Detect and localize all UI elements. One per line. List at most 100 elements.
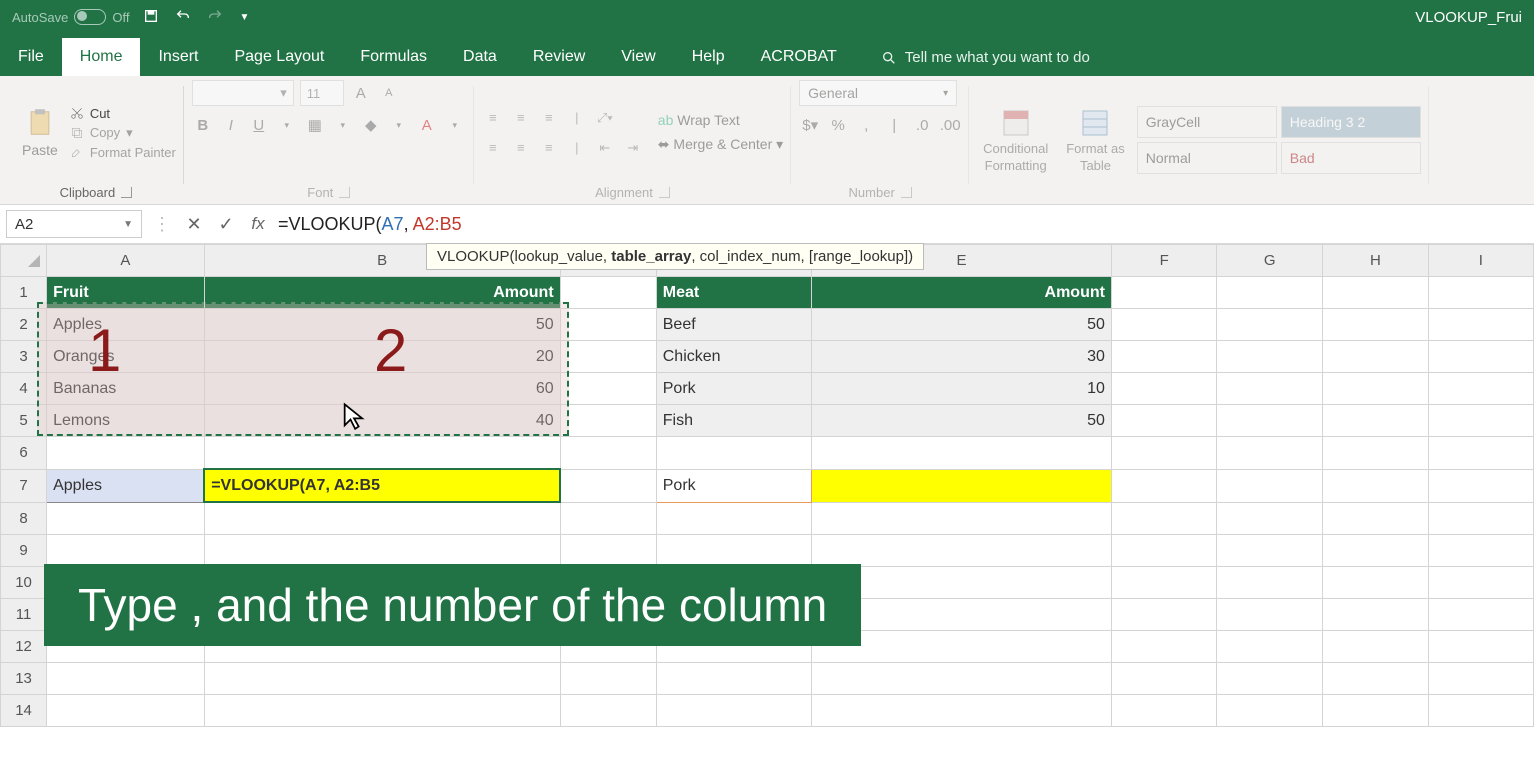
cell[interactable] bbox=[560, 309, 656, 341]
align-center-icon[interactable]: ≡ bbox=[510, 137, 532, 159]
cell[interactable] bbox=[1323, 277, 1429, 309]
cell[interactable] bbox=[1217, 341, 1323, 373]
cell[interactable] bbox=[1111, 405, 1217, 437]
cell[interactable] bbox=[1217, 567, 1323, 599]
tab-review[interactable]: Review bbox=[515, 38, 603, 76]
cell[interactable] bbox=[1428, 277, 1533, 309]
cancel-formula-icon[interactable]: ✕ bbox=[184, 214, 204, 235]
cell[interactable] bbox=[560, 695, 656, 727]
clipboard-launcher-icon[interactable] bbox=[121, 187, 132, 198]
cell[interactable] bbox=[1428, 502, 1533, 535]
cell-lookup-value[interactable]: Apples bbox=[47, 469, 205, 502]
cell[interactable] bbox=[47, 695, 205, 727]
cell-meat-lookup[interactable]: Pork bbox=[656, 469, 811, 502]
cell[interactable] bbox=[1217, 631, 1323, 663]
cell[interactable] bbox=[1217, 309, 1323, 341]
cell[interactable] bbox=[1428, 663, 1533, 695]
tell-me-search[interactable]: Tell me what you want to do bbox=[863, 39, 1108, 76]
cell[interactable] bbox=[1323, 695, 1429, 727]
accounting-format-icon[interactable]: $▾ bbox=[799, 114, 821, 136]
cell[interactable]: 10 bbox=[812, 373, 1112, 405]
cell[interactable] bbox=[1217, 599, 1323, 631]
align-right-icon[interactable]: ≡ bbox=[538, 137, 560, 159]
cell[interactable] bbox=[560, 535, 656, 567]
cell[interactable] bbox=[656, 695, 811, 727]
cell[interactable] bbox=[1111, 599, 1217, 631]
cell[interactable] bbox=[560, 663, 656, 695]
cell[interactable] bbox=[1323, 341, 1429, 373]
cell[interactable]: Oranges bbox=[47, 341, 205, 373]
col-header-g[interactable]: G bbox=[1217, 245, 1323, 277]
cell[interactable] bbox=[812, 663, 1112, 695]
align-bottom-icon[interactable]: ≡ bbox=[538, 107, 560, 129]
cell[interactable] bbox=[1111, 277, 1217, 309]
align-top-icon[interactable]: ≡ bbox=[482, 107, 504, 129]
cell[interactable] bbox=[1428, 373, 1533, 405]
cell[interactable] bbox=[560, 437, 656, 470]
row-header[interactable]: 1 bbox=[1, 277, 47, 309]
cell[interactable] bbox=[656, 437, 811, 470]
cell[interactable] bbox=[1428, 535, 1533, 567]
shrink-font-icon[interactable]: A bbox=[378, 82, 400, 104]
paste-button[interactable]: Paste bbox=[16, 106, 64, 160]
cell[interactable] bbox=[204, 502, 560, 535]
font-family-dropdown[interactable]: ▾ bbox=[192, 80, 294, 106]
cell[interactable] bbox=[560, 341, 656, 373]
comma-format-icon[interactable]: , bbox=[855, 114, 877, 136]
col-header-i[interactable]: I bbox=[1428, 245, 1533, 277]
cell[interactable] bbox=[1111, 535, 1217, 567]
col-header-h[interactable]: H bbox=[1323, 245, 1429, 277]
row-header[interactable]: 10 bbox=[1, 567, 47, 599]
increase-indent-icon[interactable]: ⇥ bbox=[622, 137, 644, 159]
cell[interactable] bbox=[1111, 567, 1217, 599]
cut-button[interactable]: Cut bbox=[70, 106, 176, 121]
cell[interactable] bbox=[560, 373, 656, 405]
redo-icon[interactable] bbox=[207, 8, 223, 27]
row-header[interactable]: 11 bbox=[1, 599, 47, 631]
cell[interactable]: 40 bbox=[204, 405, 560, 437]
tab-page-layout[interactable]: Page Layout bbox=[216, 38, 342, 76]
row-header[interactable]: 4 bbox=[1, 373, 47, 405]
save-icon[interactable] bbox=[143, 8, 159, 27]
cell[interactable] bbox=[1111, 373, 1217, 405]
cell[interactable] bbox=[47, 437, 205, 470]
cell[interactable] bbox=[1428, 567, 1533, 599]
name-box[interactable]: A2▼ bbox=[6, 210, 142, 238]
cell[interactable]: 30 bbox=[812, 341, 1112, 373]
number-format-dropdown[interactable]: General▾ bbox=[799, 80, 957, 106]
align-left-icon[interactable]: ≡ bbox=[482, 137, 504, 159]
row-header[interactable]: 12 bbox=[1, 631, 47, 663]
alignment-launcher-icon[interactable] bbox=[659, 187, 670, 198]
cell[interactable] bbox=[812, 695, 1112, 727]
cell[interactable] bbox=[560, 405, 656, 437]
borders-button[interactable]: ▦ bbox=[304, 114, 326, 136]
cell[interactable] bbox=[1428, 341, 1533, 373]
cell[interactable] bbox=[1323, 405, 1429, 437]
bold-button[interactable]: B bbox=[192, 114, 214, 136]
cell[interactable]: Fish bbox=[656, 405, 811, 437]
cell-styles-gallery[interactable]: GrayCell Heading 3 2 Normal Bad bbox=[1137, 106, 1421, 174]
percent-format-icon[interactable]: % bbox=[827, 114, 849, 136]
cell[interactable] bbox=[812, 502, 1112, 535]
orientation-icon[interactable]: ⤢▾ bbox=[594, 107, 616, 129]
cell[interactable] bbox=[1323, 502, 1429, 535]
cell[interactable]: 60 bbox=[204, 373, 560, 405]
cell[interactable] bbox=[1217, 277, 1323, 309]
cell-meat-result[interactable] bbox=[812, 469, 1112, 502]
decrease-indent-icon[interactable]: ⇤ bbox=[594, 137, 616, 159]
cell[interactable] bbox=[47, 663, 205, 695]
cell[interactable] bbox=[1323, 437, 1429, 470]
cell[interactable] bbox=[1111, 469, 1217, 502]
cell[interactable]: Amount bbox=[204, 277, 560, 309]
cell[interactable] bbox=[1428, 599, 1533, 631]
style-graycell[interactable]: GrayCell bbox=[1137, 106, 1277, 138]
tab-insert[interactable]: Insert bbox=[140, 38, 216, 76]
row-header[interactable]: 8 bbox=[1, 502, 47, 535]
underline-button[interactable]: U bbox=[248, 114, 270, 136]
format-as-table-button[interactable]: Format asTable bbox=[1060, 105, 1131, 175]
cell[interactable] bbox=[1217, 469, 1323, 502]
increase-decimal-icon[interactable]: .0 bbox=[911, 114, 933, 136]
merge-center-button[interactable]: ⬌ Merge & Center ▾ bbox=[658, 136, 783, 153]
cell[interactable] bbox=[1217, 437, 1323, 470]
wrap-text-button[interactable]: ab Wrap Text bbox=[658, 112, 783, 128]
